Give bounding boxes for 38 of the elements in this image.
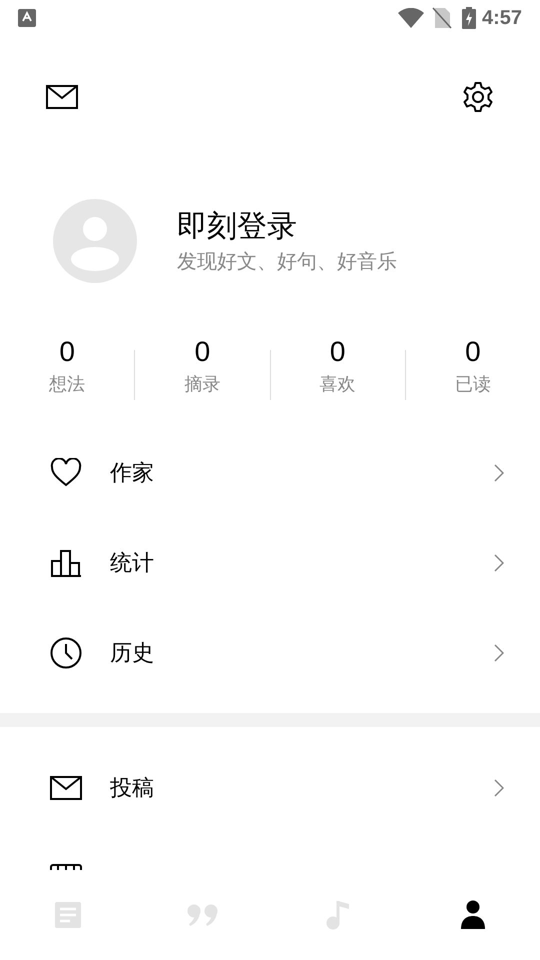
menu-label: 历史 — [110, 640, 155, 668]
stat-label: 摘录 — [184, 373, 220, 397]
menu-item[interactable]: 投稿 — [0, 743, 540, 833]
wifi-icon — [398, 8, 424, 28]
document-icon — [54, 901, 82, 929]
status-time: 4:57 — [482, 6, 522, 31]
music-note-icon — [326, 900, 350, 930]
chevron-right-icon — [494, 464, 504, 482]
avatar-placeholder-icon[interactable] — [53, 199, 137, 283]
stat-value: 0 — [330, 335, 346, 369]
bar-chart-icon — [50, 549, 82, 577]
tagline: 发现好文、好句、好音乐 — [177, 248, 397, 275]
login-link[interactable]: 即刻登录 — [177, 207, 397, 247]
chevron-right-icon — [494, 554, 504, 572]
menu-item[interactable]: 作家 — [0, 428, 540, 518]
stat-label: 已读 — [454, 373, 491, 397]
stat-value: 0 — [194, 335, 210, 369]
heart-icon — [50, 458, 82, 488]
mail-button[interactable] — [46, 85, 78, 109]
menu-label: 投稿 — [110, 774, 155, 802]
keyboard-notification-icon — [18, 9, 36, 27]
stat-value: 0 — [465, 335, 481, 369]
battery-charging-icon — [462, 7, 476, 29]
stat-label: 喜欢 — [320, 373, 356, 397]
stat-value: 0 — [59, 335, 75, 369]
quote-icon — [186, 903, 218, 927]
mail-icon — [50, 776, 82, 800]
menu-label: 统计 — [110, 550, 155, 578]
chevron-right-icon — [494, 644, 504, 662]
clock-icon — [50, 637, 82, 669]
chevron-right-icon — [494, 779, 504, 797]
person-icon — [460, 900, 486, 930]
menu-item[interactable]: 统计 — [0, 518, 540, 608]
menu-label: 作家 — [110, 460, 155, 488]
no-sim-icon — [432, 7, 452, 29]
settings-button[interactable] — [462, 81, 494, 113]
stat-label: 想法 — [49, 373, 86, 397]
menu-item[interactable]: 历史 — [0, 608, 540, 698]
